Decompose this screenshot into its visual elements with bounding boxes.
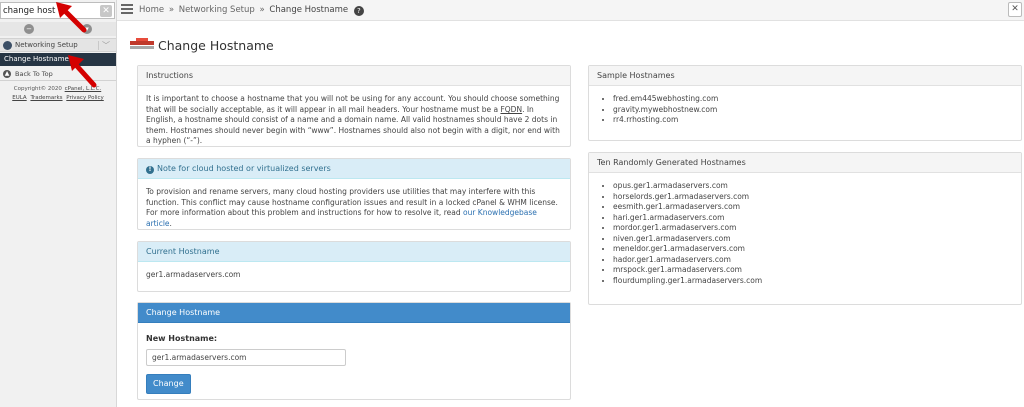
arrow-up-icon: ▲	[3, 70, 11, 78]
panel-title: Change Hostname	[138, 303, 570, 323]
list-item: opus.ger1.armadaservers.com	[613, 181, 1013, 192]
sidebar-item-label: Networking Setup	[15, 41, 78, 49]
copyright-text: Copyright© 2020	[13, 86, 62, 92]
cloud-note-body: To provision and rename servers, many cl…	[146, 187, 558, 228]
change-hostname-panel: Change Hostname New Hostname: Change	[137, 302, 571, 400]
close-icon[interactable]: ✕	[100, 5, 112, 17]
menu-icon[interactable]	[121, 4, 133, 15]
annotation-arrow-icon	[56, 2, 87, 33]
list-item: eesmith.ger1.armadaservers.com	[613, 202, 1013, 213]
list-item: horselords.ger1.armadaservers.com	[613, 192, 1013, 203]
list-item: hador.ger1.armadaservers.com	[613, 255, 1013, 266]
help-icon[interactable]: ?	[353, 6, 364, 16]
current-hostname-value: ger1.armadaservers.com	[146, 270, 241, 279]
random-hostnames-panel: Ten Randomly Generated Hostnames opus.ge…	[588, 152, 1022, 305]
breadcrumb: Home » Networking Setup » Change Hostnam…	[139, 5, 364, 16]
list-item: hari.ger1.armadaservers.com	[613, 213, 1013, 224]
instructions-panel: Instructions It is important to choose a…	[137, 65, 571, 147]
current-hostname-panel: Current Hostname ger1.armadaservers.com	[137, 241, 571, 292]
info-icon: !	[146, 166, 154, 174]
list-item: rr4.rrhosting.com	[613, 115, 1013, 126]
new-hostname-input[interactable]	[146, 348, 346, 366]
list-item: niven.ger1.armadaservers.com	[613, 234, 1013, 245]
breadcrumb-home[interactable]: Home	[139, 5, 164, 15]
sample-hostnames-list: fred.em445webhosting.com gravity.mywebho…	[597, 94, 1013, 126]
sidebar-item-networking-setup[interactable]: Networking Setup ﹀	[0, 38, 116, 52]
back-to-top-label: Back To Top	[15, 70, 53, 78]
change-button[interactable]: Change	[146, 373, 191, 394]
change-hostname-form: New Hostname: Change	[138, 323, 570, 402]
breadcrumb-current: Change Hostname	[269, 5, 349, 15]
sidebar-item-label: Change Hostname	[4, 55, 69, 63]
list-item: mordor.ger1.armadaservers.com	[613, 223, 1013, 234]
divider	[98, 41, 99, 50]
close-icon[interactable]: ✕	[1008, 2, 1022, 17]
list-item: mrspock.ger1.armadaservers.com	[613, 265, 1013, 276]
chevron-down-icon[interactable]: ﹀	[102, 40, 110, 51]
random-hostnames-list: opus.ger1.armadaservers.com horselords.g…	[597, 181, 1013, 286]
panel-title: Sample Hostnames	[589, 66, 1021, 86]
top-bar: Home » Networking Setup » Change Hostnam…	[117, 0, 1024, 21]
annotation-arrow-icon	[68, 55, 97, 88]
collapse-all-icon[interactable]: −	[24, 24, 34, 34]
sample-hostnames-panel: Sample Hostnames fred.em445webhosting.co…	[588, 65, 1022, 141]
eula-link[interactable]: EULA	[12, 95, 26, 101]
instructions-body: It is important to choose a hostname tha…	[146, 94, 560, 145]
list-item: flourdumpling.ger1.armadaservers.com	[613, 276, 1013, 287]
network-icon	[3, 41, 12, 50]
hostname-icon	[130, 38, 154, 49]
page-title: Change Hostname	[158, 38, 274, 53]
panel-title: Current Hostname	[138, 242, 570, 262]
panel-title: ! Note for cloud hosted or virtualized se…	[138, 159, 570, 179]
list-item: gravity.mywebhostnew.com	[613, 105, 1013, 116]
list-item: fred.em445webhosting.com	[613, 94, 1013, 105]
panel-title: Instructions	[138, 66, 570, 86]
list-item: meneldor.ger1.armadaservers.com	[613, 244, 1013, 255]
breadcrumb-networking-setup[interactable]: Networking Setup	[179, 5, 255, 15]
cloud-note-panel: ! Note for cloud hosted or virtualized se…	[137, 158, 571, 230]
panel-title: Ten Randomly Generated Hostnames	[589, 153, 1021, 173]
new-hostname-label: New Hostname:	[146, 334, 218, 343]
privacy-policy-link[interactable]: Privacy Policy	[66, 95, 103, 101]
trademarks-link[interactable]: Trademarks	[30, 95, 62, 101]
fqdn-abbr: FQDN	[500, 104, 523, 114]
